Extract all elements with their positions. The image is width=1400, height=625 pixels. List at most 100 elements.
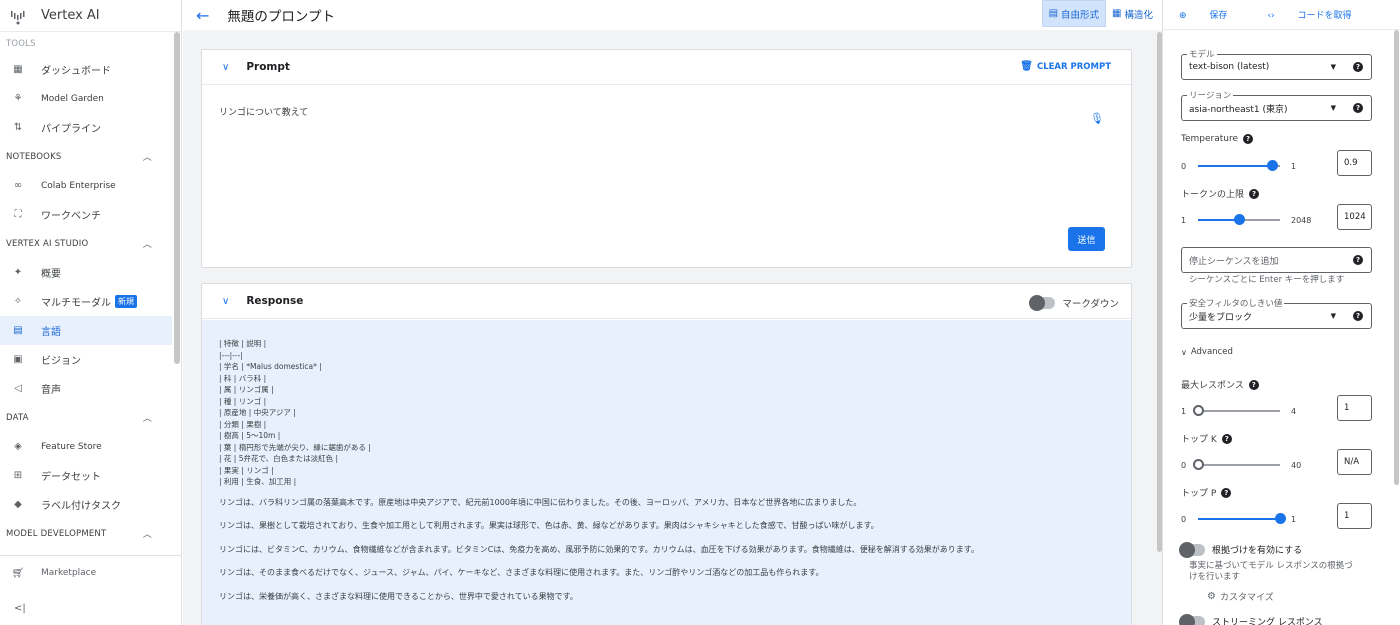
save-icon: ⊕: [1179, 11, 1187, 21]
max-tokens-input[interactable]: 1024: [1337, 204, 1372, 230]
help-icon[interactable]: ?: [1353, 311, 1363, 321]
vision-icon: ▣: [13, 354, 23, 365]
temperature-input[interactable]: 0.9: [1337, 150, 1372, 176]
top-p-input[interactable]: 1: [1337, 503, 1372, 529]
max-responses-input[interactable]: 1: [1337, 395, 1372, 421]
section-notebooks[interactable]: NOTEBOOKS ︿: [0, 142, 172, 171]
help-icon[interactable]: ?: [1249, 188, 1260, 199]
prompt-input[interactable]: リンゴについて教えて: [219, 105, 308, 118]
top-p-slider[interactable]: 0 1: [1181, 513, 1306, 525]
max-tokens-slider[interactable]: 1 2048: [1181, 214, 1311, 226]
slider-thumb[interactable]: [1275, 513, 1286, 524]
response-line: | 原産地 | 中央アジア |: [219, 408, 296, 417]
response-line: | 分類 | 果樹 |: [219, 419, 267, 429]
max-tokens-label: トークンの上限 ?: [1181, 187, 1260, 200]
prompt-card-header[interactable]: ∨ Prompt: [202, 50, 1131, 85]
brand[interactable]: Vertex AI: [0, 0, 181, 32]
slider-thumb[interactable]: [1193, 405, 1204, 416]
save-button[interactable]: ⊕ 保存: [1179, 8, 1247, 21]
customize-button[interactable]: ⚙ カスタマイズ: [1207, 590, 1274, 603]
sidebar: Vertex AI TOOLS ▦ ダッシュボード ⚘ Model Garden…: [0, 0, 182, 625]
response-line: |---|---|: [219, 350, 243, 360]
send-button[interactable]: 送信: [1068, 227, 1105, 251]
panel-scrollbar[interactable]: [1394, 30, 1399, 485]
sidebar-scrollbar[interactable]: [174, 32, 180, 364]
sidebar-item-speech[interactable]: ◁ 音声: [0, 374, 172, 403]
tab-structured[interactable]: ▦ 構造化: [1106, 0, 1159, 27]
slider-max: 1: [1291, 161, 1297, 171]
region-value: asia-northeast1 (東京): [1189, 104, 1288, 115]
max-responses-slider[interactable]: 1 4: [1181, 405, 1306, 417]
sidebar-item-vision[interactable]: ▣ ビジョン: [0, 345, 172, 374]
grounding-hint-line: 事実に基づいてモデル レスポンスの根拠づ: [1189, 561, 1353, 571]
help-icon[interactable]: ?: [1353, 103, 1363, 113]
help-icon[interactable]: ?: [1248, 379, 1259, 390]
sidebar-item-marketplace[interactable]: 🛒︎ Marketplace: [0, 556, 181, 590]
sidebar-item-pipelines[interactable]: ⇅ パイプライン: [0, 113, 172, 142]
get-code-button[interactable]: ‹› コードを取得: [1267, 8, 1371, 21]
response-paragraph: リンゴは、バラ科リンゴ属の落葉高木です。原産地は中央アジアで、紀元前1000年頃…: [219, 497, 862, 507]
sidebar-item-model-garden[interactable]: ⚘ Model Garden: [0, 84, 172, 113]
help-icon[interactable]: ?: [1221, 487, 1232, 498]
overview-icon: ✦: [13, 267, 23, 278]
sidebar-item-datasets[interactable]: ⊞ データセット: [0, 461, 172, 490]
temperature-label: Temperature ?: [1181, 134, 1254, 144]
help-icon[interactable]: ?: [1353, 62, 1363, 72]
slider-track[interactable]: [1198, 464, 1280, 466]
chevron-down-icon[interactable]: ∨: [222, 62, 229, 73]
section-tools: TOOLS: [0, 33, 172, 55]
safety-filter-select[interactable]: 安全フィルタのしきい値 少量をブロック ▼ ?: [1181, 297, 1372, 329]
slider-track[interactable]: [1198, 410, 1280, 412]
sidebar-item-multimodal[interactable]: ✧ マルチモーダル 新規: [0, 287, 172, 316]
streaming-toggle[interactable]: ストリーミング レスポンス: [1179, 613, 1323, 625]
clear-prompt-button[interactable]: 🗑︎ CLEAR PROMPT: [1020, 61, 1111, 72]
region-select[interactable]: リージョン asia-northeast1 (東京) ▼ ?: [1181, 89, 1372, 121]
advanced-toggle[interactable]: ∨ Advanced: [1181, 347, 1233, 357]
help-icon[interactable]: ?: [1353, 255, 1363, 265]
sidebar-item-language[interactable]: ▤ 言語: [0, 316, 172, 345]
sidebar-item-workbench[interactable]: ⛶ ワークベンチ: [0, 200, 172, 229]
param-label: 最大レスポンス: [1181, 381, 1244, 391]
chevron-down-icon[interactable]: ∨: [222, 296, 229, 307]
slider-thumb[interactable]: [1266, 160, 1278, 171]
help-icon[interactable]: ?: [1221, 433, 1232, 444]
slider-fill: [1198, 518, 1280, 520]
markdown-toggle[interactable]: マークダウン: [1029, 295, 1119, 311]
section-vertex-ai-studio[interactable]: VERTEX AI STUDIO ︿: [0, 229, 172, 258]
back-arrow-icon[interactable]: ←: [196, 6, 209, 25]
sidebar-item-colab[interactable]: ∞ Colab Enterprise: [0, 171, 172, 200]
response-line: | 属 | リンゴ属 |: [219, 385, 274, 394]
grounding-toggle[interactable]: 根拠づけを有効にする: [1179, 541, 1302, 558]
help-icon[interactable]: ?: [1243, 134, 1254, 144]
microphone-icon[interactable]: 🎙︎: [1090, 112, 1104, 125]
top-k-input[interactable]: N/A: [1337, 449, 1372, 475]
slider-min: 0: [1181, 161, 1187, 171]
response-card-header[interactable]: ∨ Response: [202, 284, 1131, 319]
sidebar-item-dashboard[interactable]: ▦ ダッシュボード: [0, 55, 172, 84]
toggle-switch[interactable]: [1179, 541, 1205, 558]
code-icon: ‹›: [1267, 11, 1275, 21]
sidebar-item-labeling[interactable]: ◆ ラベル付けタスク: [0, 490, 172, 519]
sidebar-item-overview[interactable]: ✦ 概要: [0, 258, 172, 287]
section-data[interactable]: DATA ︿: [0, 403, 172, 432]
grounding-hint: 事実に基づいてモデル レスポンスの根拠づ けを行います: [1189, 561, 1353, 583]
feature-store-icon: ◈: [14, 441, 22, 452]
stop-sequence-input[interactable]: 停止シーケンスを追加 ?: [1181, 247, 1372, 273]
section-model-development[interactable]: MODEL DEVELOPMENT ︿: [0, 519, 172, 548]
model-value: text-bison (latest): [1189, 62, 1270, 72]
slider-thumb[interactable]: [1193, 459, 1204, 470]
slider-thumb[interactable]: [1234, 214, 1245, 225]
tab-freeform[interactable]: ▤ 自由形式: [1041, 0, 1107, 27]
model-select[interactable]: モデル text-bison (latest) ▼ ?: [1181, 48, 1372, 80]
collapse-sidebar-icon[interactable]: <|: [14, 603, 26, 614]
page-title[interactable]: 無題のプロンプト: [227, 5, 335, 25]
chevron-down-icon: ∨: [1181, 347, 1187, 357]
chevron-up-icon: ︿: [142, 530, 152, 540]
sidebar-item-feature-store[interactable]: ◈ Feature Store: [0, 432, 172, 461]
temperature-slider[interactable]: 0 1: [1181, 160, 1306, 172]
toggle-switch[interactable]: [1029, 295, 1056, 311]
parameters-panel: ⊕ 保存 ‹› コードを取得 モデル text-bison (latest) ▼…: [1162, 0, 1400, 625]
toggle-switch[interactable]: [1179, 613, 1205, 625]
response-paragraph: リンゴは、果樹として栽培されており、生食や加工用として利用されます。果実は球形で…: [219, 521, 879, 530]
top-k-slider[interactable]: 0 40: [1181, 459, 1306, 471]
